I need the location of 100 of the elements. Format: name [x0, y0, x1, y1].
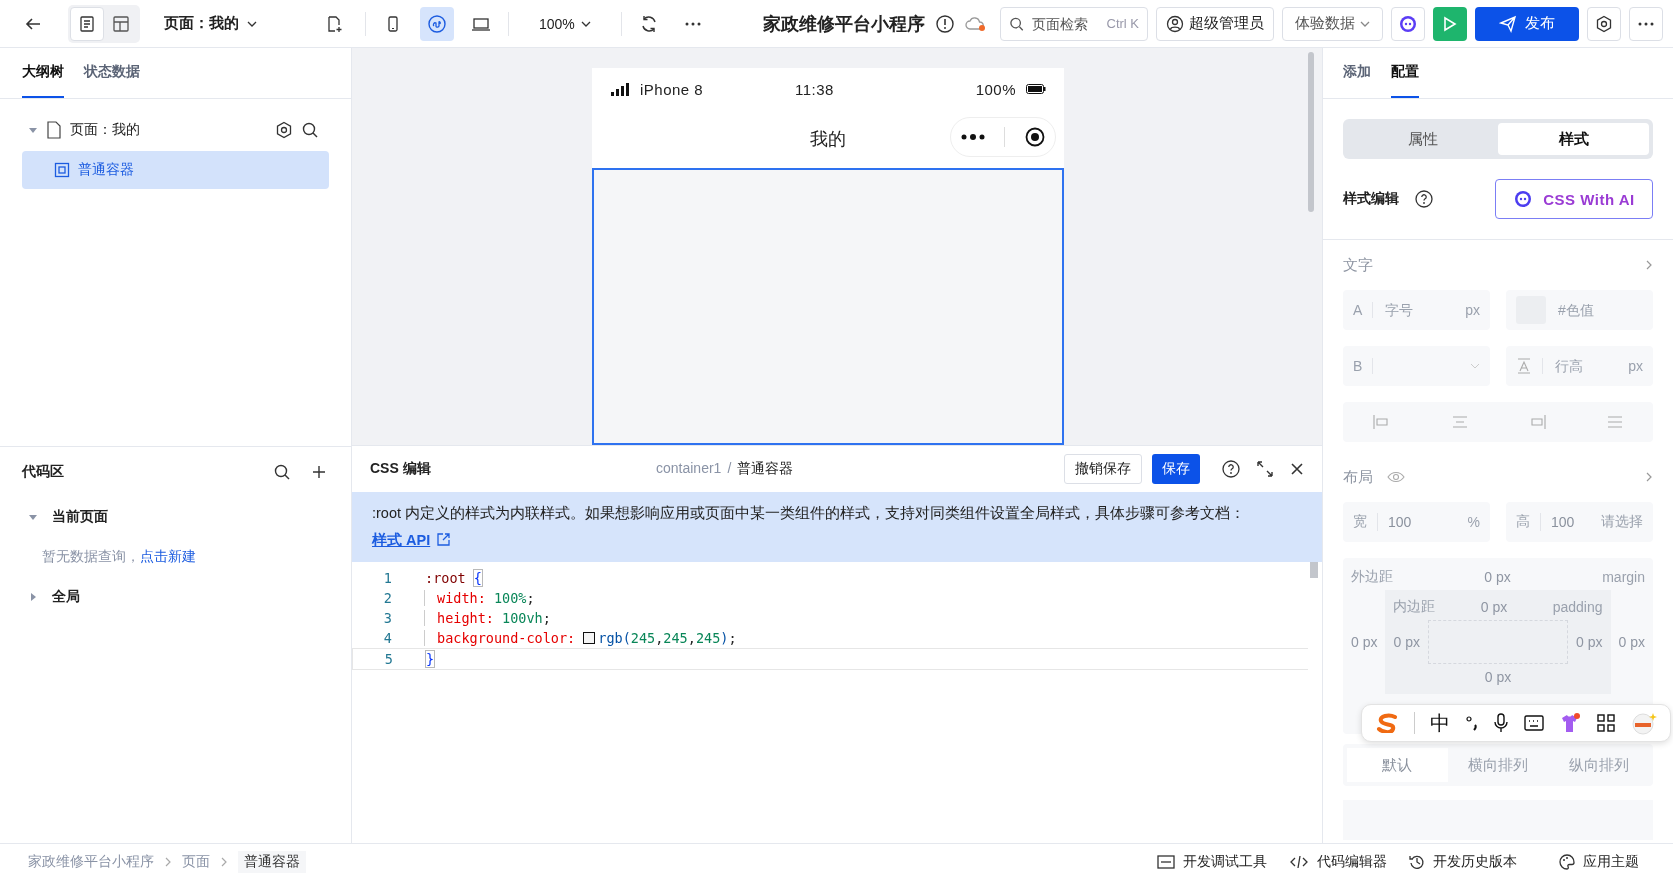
group-label: 当前页面	[52, 508, 108, 526]
breadcrumb-item: 普通容器	[737, 460, 794, 478]
notice-text: :root 内定义的样式为内联样式。如果想影响应用或页面中某一类组件的样式，支持对同类组件设置全局样式，具体步骤可参考文档：	[372, 505, 1246, 521]
swirl-logo-icon[interactable]	[1375, 713, 1400, 733]
status-action[interactable]: 应用主题	[1559, 852, 1639, 871]
chevron-icon[interactable]	[1645, 471, 1653, 483]
search-input[interactable]: 页面检索	[1030, 14, 1101, 33]
page-view-button[interactable]	[70, 6, 104, 41]
app-title: 家政维修平台小程序	[762, 12, 925, 36]
section-title: 布局	[1343, 467, 1373, 487]
width-field[interactable]: 宽 100 %	[1343, 502, 1490, 542]
color-input[interactable]: #色值	[1556, 301, 1643, 319]
settings-icon[interactable]	[275, 121, 293, 139]
device-name: iPhone 8	[640, 80, 704, 98]
panel-tab[interactable]: 配置	[1391, 48, 1419, 98]
code-line: }	[425, 651, 435, 667]
mascot-icon[interactable]	[1630, 711, 1657, 735]
line-number: 1	[382, 570, 392, 586]
scrollbar[interactable]	[1308, 52, 1314, 212]
ai-assistant-button[interactable]	[1391, 6, 1425, 41]
tree-item[interactable]: 页面：我的	[22, 111, 329, 149]
box-label: margin	[1602, 569, 1645, 585]
field-label: 宽	[1353, 513, 1378, 531]
search-icon[interactable]	[273, 463, 291, 481]
status-action[interactable]: 开发调试工具	[1157, 852, 1267, 871]
play-icon	[1443, 15, 1457, 32]
save-button[interactable]: 保存	[1152, 454, 1200, 484]
panel-tab[interactable]: 状态数据	[84, 48, 140, 98]
user-icon	[1166, 14, 1184, 33]
more-icon[interactable]	[960, 134, 985, 140]
tree-item[interactable]: 全局	[22, 577, 329, 617]
tree-item[interactable]: 当前页面	[22, 497, 329, 537]
help-icon[interactable]	[1415, 190, 1433, 208]
more-icon	[1638, 21, 1654, 26]
box-label: 外边距	[1351, 568, 1393, 586]
breadcrumb-item[interactable]: 页面	[182, 852, 210, 871]
docs-link[interactable]: 样式 API	[372, 532, 452, 548]
device-button[interactable]	[420, 6, 454, 41]
palette-icon	[1559, 853, 1575, 870]
help-icon[interactable]	[1222, 460, 1240, 478]
punctuation-icon[interactable]	[1464, 714, 1479, 732]
user-button[interactable]: 超级管理员	[1156, 6, 1274, 41]
breadcrumb-item[interactable]: 家政维修平台小程序	[28, 852, 154, 871]
panel-tab[interactable]: 添加	[1343, 48, 1371, 98]
run-button[interactable]	[1433, 6, 1467, 41]
breadcrumb-item: container1	[656, 460, 722, 478]
search-icon	[1009, 15, 1025, 32]
font-size-input[interactable]: 字号	[1383, 301, 1456, 319]
panel-tab[interactable]: 大纲树	[22, 48, 64, 98]
caret-icon[interactable]	[28, 592, 38, 602]
section-title: 代码区	[22, 463, 65, 481]
color-swatch[interactable]	[583, 632, 596, 644]
line-number: 4	[382, 630, 392, 646]
direction-option[interactable]: 默认	[1347, 748, 1448, 782]
ai-css-button[interactable]: CSS With AI	[1495, 179, 1653, 219]
page-selector[interactable]: 页面：我的	[164, 14, 257, 33]
selected-container[interactable]	[592, 168, 1064, 445]
status-action[interactable]: 代码编辑器	[1289, 852, 1387, 871]
unit-label: %	[1467, 514, 1480, 530]
create-link[interactable]: 点击新建	[140, 548, 196, 566]
close-icon[interactable]	[1290, 462, 1304, 476]
expand-icon[interactable]	[1256, 460, 1274, 478]
color-field[interactable]: #色值	[1506, 290, 1653, 330]
caret-icon[interactable]	[28, 512, 38, 522]
grid-icon[interactable]	[1595, 713, 1616, 733]
more-icon	[683, 21, 702, 26]
settings-button[interactable]	[1587, 6, 1621, 41]
keyboard-icon[interactable]	[1524, 714, 1545, 732]
data-env-selector[interactable]: 体验数据	[1282, 6, 1383, 41]
microphone-icon[interactable]	[1493, 713, 1510, 733]
line-height-input[interactable]: 行高	[1553, 357, 1619, 375]
zoom-selector[interactable]: 100%	[519, 15, 611, 32]
cloud-icon[interactable]	[964, 14, 987, 33]
field-prefix: B	[1353, 358, 1374, 374]
height-field[interactable]: 高 100 请选择	[1506, 502, 1653, 542]
info-icon[interactable]	[934, 13, 955, 34]
tree-item[interactable]: 普通容器	[22, 151, 329, 189]
publish-button[interactable]: 发布	[1475, 6, 1579, 41]
clock-time: 11:38	[793, 80, 835, 98]
caret-icon[interactable]	[28, 125, 38, 135]
code-line: height: 100vh;	[424, 610, 551, 626]
mode-tab[interactable]: 样式	[1498, 123, 1649, 155]
add-page-icon	[325, 14, 343, 33]
mode-tab[interactable]: 属性	[1347, 123, 1498, 155]
status-action[interactable]: 开发历史版本	[1409, 852, 1517, 871]
add-icon[interactable]	[311, 464, 327, 480]
box-label: padding	[1552, 599, 1603, 615]
unit-label: px	[1628, 358, 1643, 374]
external-link-icon	[436, 532, 452, 547]
battery-level: 100%	[975, 80, 1016, 98]
breadcrumb-item[interactable]: 普通容器	[238, 850, 306, 873]
chevron-icon[interactable]	[1645, 259, 1653, 271]
tree-label: 普通容器	[78, 161, 135, 179]
unit-label: 请选择	[1601, 513, 1643, 531]
input-mode[interactable]: 中	[1429, 709, 1450, 737]
revert-button[interactable]: 撤销保存	[1064, 454, 1142, 484]
chevron-down-icon	[1470, 362, 1480, 370]
target-icon[interactable]	[1025, 127, 1046, 147]
scrollbar[interactable]	[1310, 562, 1318, 578]
search-icon[interactable]	[301, 121, 319, 139]
